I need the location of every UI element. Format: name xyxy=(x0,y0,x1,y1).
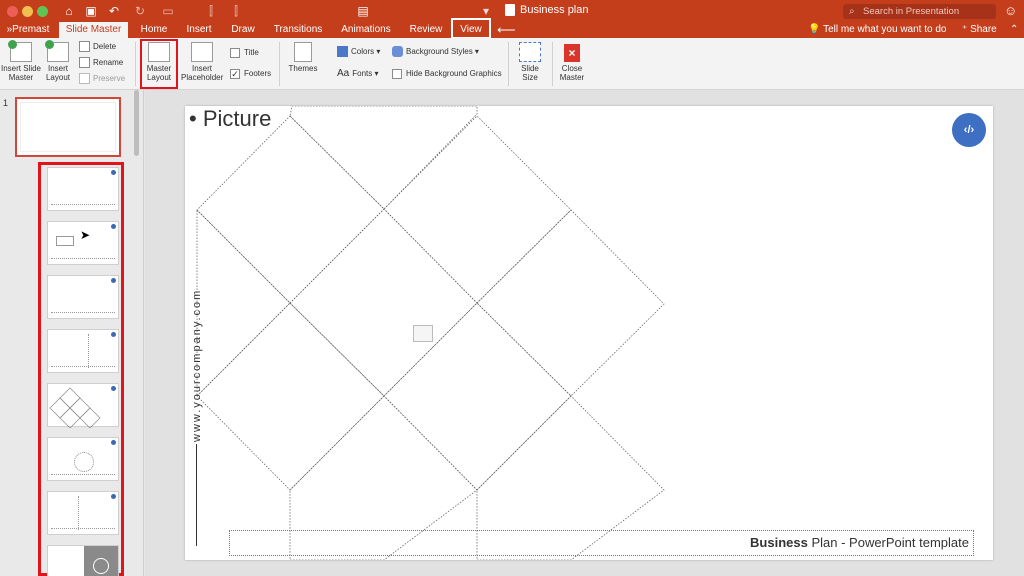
powerpoint-file-icon xyxy=(505,4,515,16)
mouse-cursor-icon: ➤ xyxy=(80,228,91,242)
tab-home[interactable]: Home xyxy=(134,22,174,38)
fonts-icon: Aa xyxy=(337,68,350,79)
save-icon[interactable]: ▣ xyxy=(83,3,99,19)
fonts-dropdown[interactable]: Aa Fonts ▾ xyxy=(337,68,379,80)
home-icon[interactable]: ⌂ xyxy=(61,3,77,19)
tab-slide-master[interactable]: Slide Master xyxy=(59,22,128,38)
tab-animations[interactable]: Animations xyxy=(334,22,398,38)
footers-check-icon: ✓ xyxy=(230,68,240,79)
preserve-icon xyxy=(79,73,90,85)
ribbon-divider xyxy=(279,42,280,86)
layout-thumbnail[interactable] xyxy=(47,383,119,428)
colors-icon xyxy=(337,46,348,58)
diamond-grid-preview xyxy=(49,387,101,428)
close-window-button[interactable] xyxy=(7,6,18,17)
hide-background-graphics-checkbox[interactable]: Hide Background Graphics xyxy=(392,68,502,80)
insert-layout-icon xyxy=(45,40,69,62)
preserve-button[interactable]: Preserve xyxy=(79,73,125,85)
insert-layout-button[interactable]: Insert Layout xyxy=(43,40,73,82)
delete-button[interactable]: Delete xyxy=(79,41,116,53)
background-styles-dropdown[interactable]: Background Styles ▾ xyxy=(392,46,479,58)
layouts-highlight xyxy=(38,162,124,576)
view-tab-highlight xyxy=(451,18,491,39)
tab-draw[interactable]: Draw xyxy=(224,22,262,38)
layout-thumbnail[interactable] xyxy=(47,167,119,211)
delete-icon xyxy=(79,41,90,53)
footer-placeholder[interactable]: Business Plan - PowerPoint template xyxy=(229,530,974,556)
master-layout-highlight xyxy=(140,39,178,89)
search-input[interactable]: ⌕ Search in Presentation xyxy=(843,4,996,19)
tab-review[interactable]: Review xyxy=(404,22,448,38)
panel-scrollbar[interactable] xyxy=(134,90,139,156)
vertical-divider xyxy=(196,444,197,546)
title-bar: ⌂ ▣ ↶ ↻ ▭ ⫿ ⫿ ▤ ▾ Business plan ⌕ Search… xyxy=(0,0,1024,22)
slide-size-icon xyxy=(519,42,541,62)
title-check-icon xyxy=(230,47,240,58)
layout-thumbnail[interactable] xyxy=(47,491,119,535)
picture-placeholder-grid[interactable] xyxy=(185,106,993,560)
layout-thumbnail[interactable] xyxy=(47,437,119,481)
align-icon[interactable]: ⫿ xyxy=(203,3,219,19)
align-center-icon[interactable]: ⫿ xyxy=(228,3,244,19)
ribbon: Insert Slide Master Insert Layout Delete… xyxy=(0,38,1024,90)
insert-slide-master-icon xyxy=(8,40,32,62)
zoom-window-button[interactable] xyxy=(37,6,48,17)
slideshow-icon[interactable]: ▤ xyxy=(355,3,371,19)
slide-size-button[interactable]: Slide Size xyxy=(514,42,546,82)
ribbon-divider xyxy=(508,42,509,86)
insert-placeholder-button[interactable]: Insert Placeholder xyxy=(181,42,223,82)
rename-icon xyxy=(79,57,90,69)
background-styles-icon xyxy=(392,46,403,58)
footers-checkbox[interactable]: ✓ Footers xyxy=(230,68,271,80)
slide-title-placeholder[interactable]: • Picture xyxy=(189,106,271,132)
tab-premast[interactable]: »Premast xyxy=(0,22,56,38)
layout-thumbnail[interactable] xyxy=(47,275,119,319)
share-button[interactable]: ⁺ Share xyxy=(962,22,997,38)
redo-icon[interactable]: ↻ xyxy=(132,3,148,19)
picture-icon[interactable] xyxy=(413,325,433,342)
hide-background-check-icon xyxy=(392,68,402,79)
themes-icon xyxy=(294,42,312,62)
insert-slide-master-button[interactable]: Insert Slide Master xyxy=(0,40,42,82)
rename-button[interactable]: Rename xyxy=(79,57,123,69)
colors-dropdown[interactable]: Colors ▾ xyxy=(337,46,380,58)
customize-toolbar-icon[interactable]: ▾ xyxy=(478,3,494,19)
minimize-window-button[interactable] xyxy=(22,6,33,17)
layout-thumbnail[interactable] xyxy=(47,545,119,576)
tab-transitions[interactable]: Transitions xyxy=(268,22,328,38)
slide-number: 1 xyxy=(3,98,9,108)
slide-editor-canvas: • Picture ‹/› www.yourcompany.com Busine… xyxy=(145,90,1024,576)
document-title: Business plan xyxy=(505,4,589,16)
slide-master-thumbnail[interactable] xyxy=(15,97,121,157)
ribbon-divider xyxy=(135,42,136,86)
feedback-smiley-icon[interactable]: ☺ xyxy=(1004,3,1017,18)
search-icon: ⌕ xyxy=(849,6,855,17)
slide-thumbnail-panel: 1 ➤ xyxy=(0,90,144,576)
slide-master-layout[interactable]: • Picture ‹/› www.yourcompany.com Busine… xyxy=(185,106,993,560)
close-master-button[interactable]: × Close Master xyxy=(556,44,588,82)
insert-placeholder-icon xyxy=(191,42,213,62)
company-logo: ‹/› xyxy=(952,113,986,147)
close-master-icon: × xyxy=(564,44,580,62)
tab-insert[interactable]: Insert xyxy=(179,22,219,38)
title-checkbox[interactable]: Title xyxy=(230,47,259,59)
ribbon-divider xyxy=(552,42,553,86)
ribbon-collapse-chevron-icon[interactable]: ⌃ xyxy=(1010,22,1018,38)
themes-button[interactable]: Themes xyxy=(286,42,320,73)
website-vertical-text: www.yourcompany.com xyxy=(191,288,203,442)
undo-icon[interactable]: ↶ xyxy=(106,3,122,19)
tell-me-box[interactable]: 💡 Tell me what you want to do xyxy=(808,22,946,38)
annotation-arrow-icon: ⟵ xyxy=(497,22,516,37)
quick-access-icon[interactable]: ▭ xyxy=(160,3,176,19)
layout-thumbnail[interactable] xyxy=(47,329,119,373)
